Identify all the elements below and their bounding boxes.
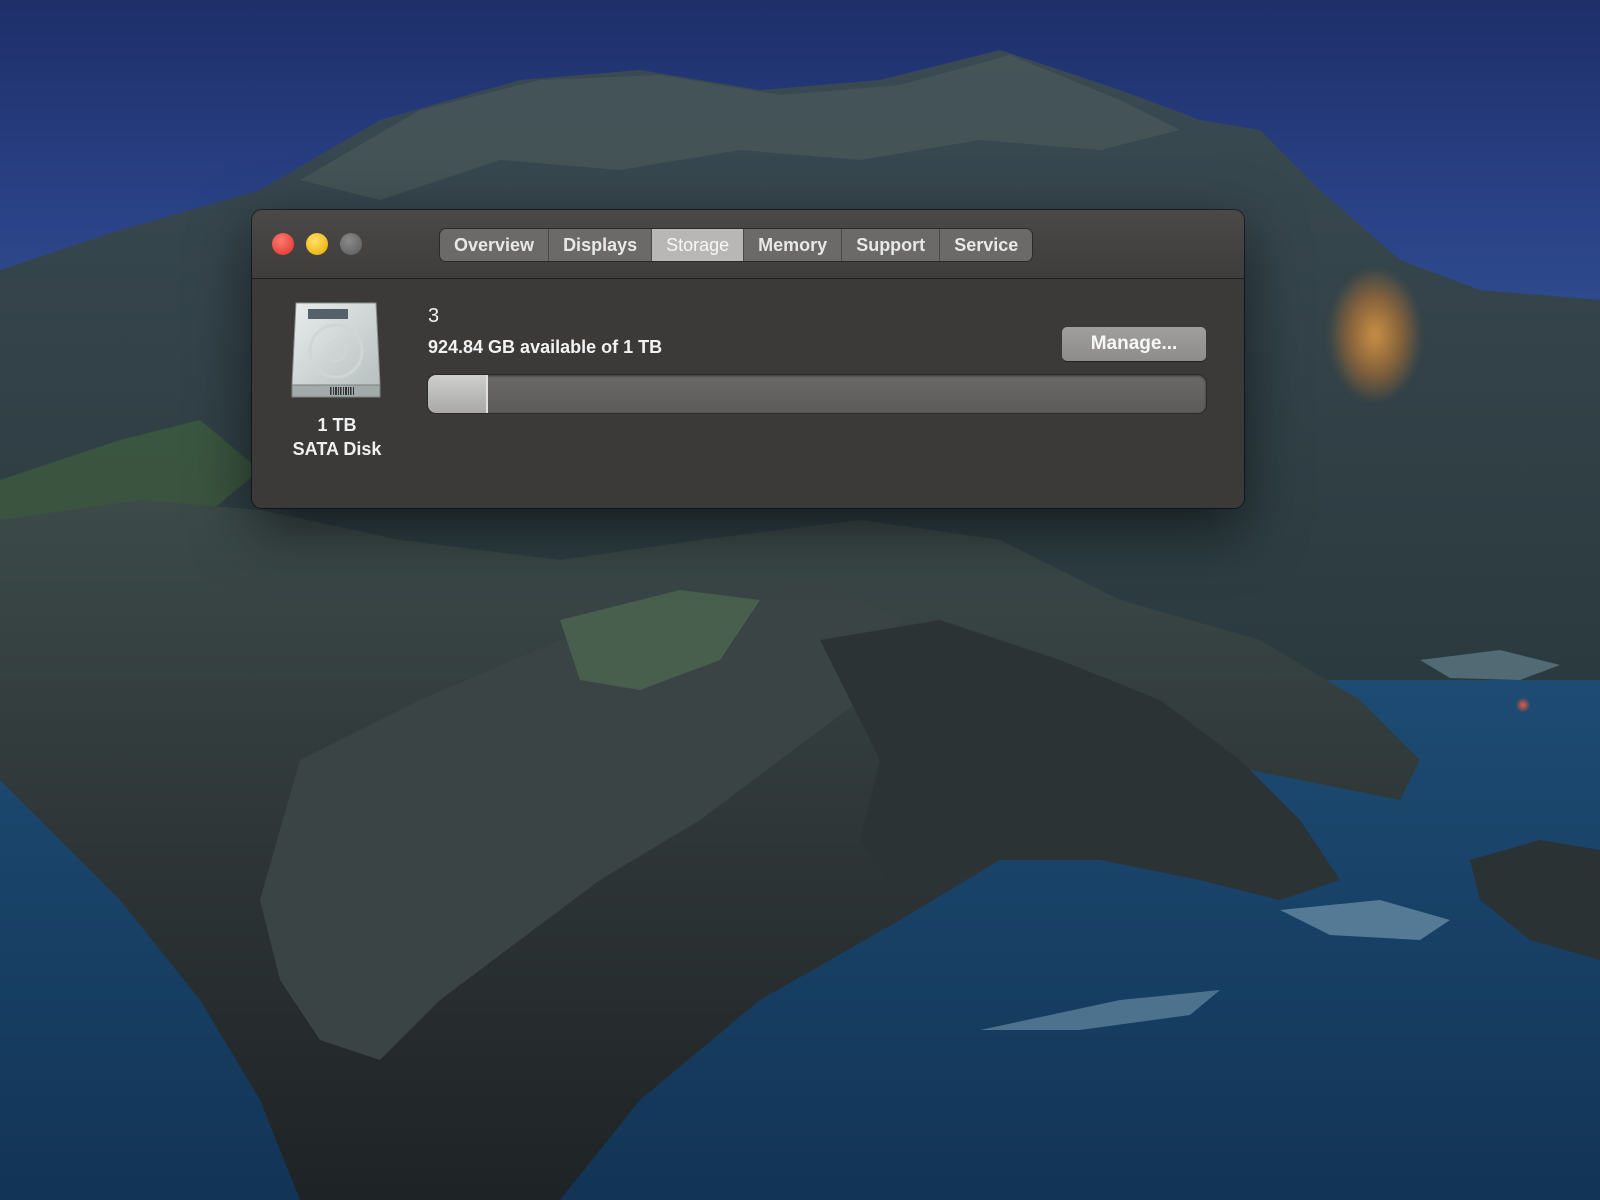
hard-disk-icon: [291, 302, 381, 398]
minimize-icon[interactable]: [306, 233, 328, 255]
light-glare-small: [1515, 698, 1531, 712]
manage-button[interactable]: Manage...: [1062, 327, 1206, 361]
zoom-icon: [340, 233, 362, 255]
window-titlebar[interactable]: Overview Displays Storage Memory Support…: [252, 210, 1244, 279]
tab-service[interactable]: Service: [940, 229, 1033, 261]
tab-overview[interactable]: Overview: [440, 229, 550, 261]
volume-name: 3: [428, 305, 440, 327]
desktop-wallpaper: Overview Displays Storage Memory Support…: [0, 0, 1600, 1200]
tab-bar: Overview Displays Storage Memory Support…: [440, 229, 1033, 261]
tab-support[interactable]: Support: [842, 229, 941, 261]
about-this-mac-window: Overview Displays Storage Memory Support…: [252, 210, 1244, 508]
disk-type-label: SATA Disk: [292, 439, 382, 459]
tab-displays[interactable]: Displays: [549, 229, 653, 261]
tab-memory[interactable]: Memory: [744, 229, 843, 261]
available-space-text: 924.84 GB available of 1 TB: [428, 337, 663, 357]
storage-usage-bar[interactable]: [428, 375, 1206, 413]
storage-used-segment[interactable]: [428, 375, 489, 413]
close-icon[interactable]: [272, 233, 294, 255]
disk-size-label: 1 TB: [317, 415, 357, 435]
light-glare: [1330, 270, 1420, 400]
storage-pane: 1 TB SATA Disk 3 924.84 GB available of …: [252, 279, 1244, 508]
catalina-island-wallpaper: [0, 50, 1600, 1200]
tab-storage[interactable]: Storage: [652, 229, 745, 261]
